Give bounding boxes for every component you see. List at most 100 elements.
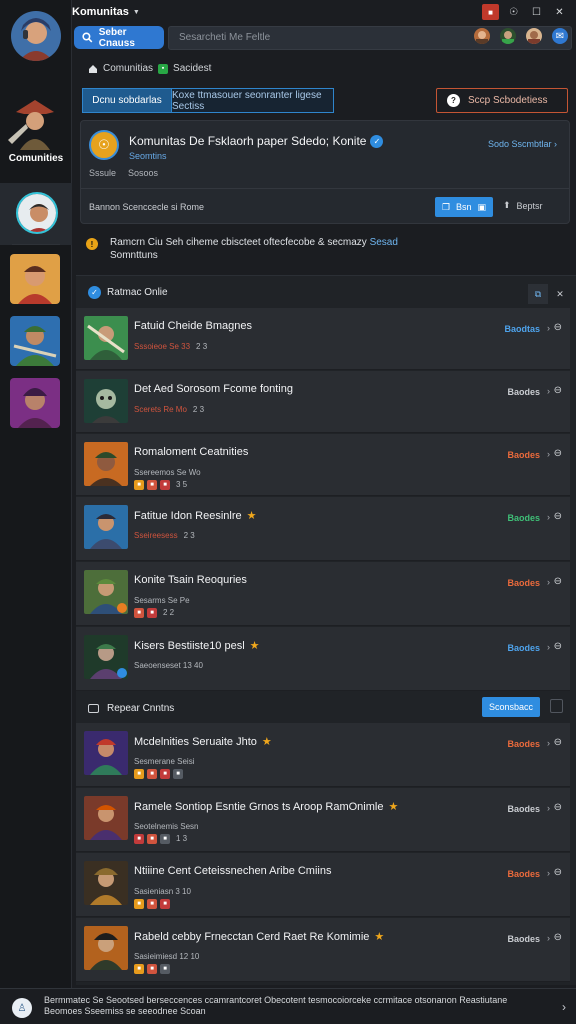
verified-icon: ✓ [370, 135, 384, 149]
user-avatar[interactable] [11, 11, 61, 61]
list-item-meta: Seotelnemis Sesn [134, 822, 199, 831]
share-label: Beptsr [516, 200, 543, 211]
list-item-meta: Sasieimiesd 12 10 [134, 952, 200, 961]
community-note: Bannon Scenccecle si Rome [89, 202, 205, 212]
record-icon[interactable]: ■ [482, 4, 499, 20]
chevron-right-icon[interactable]: › [562, 1000, 566, 1014]
maximize-icon[interactable]: ☐ [528, 4, 545, 20]
badge-icon: ■ [160, 769, 170, 779]
more-icon[interactable]: ⊖ [554, 641, 562, 652]
status-label[interactable]: Baodes [507, 934, 540, 944]
community-subtitle[interactable]: Seomtins [129, 151, 167, 161]
chevron-right-icon: › [547, 868, 550, 878]
list-item[interactable]: Ntiiine Cent Ceteissnechen Aribe Cmiins … [76, 853, 570, 917]
status-label[interactable]: Baodtas [504, 324, 540, 334]
chevron-right-icon: › [547, 512, 550, 522]
more-icon[interactable]: ⊖ [554, 802, 562, 813]
more-icon[interactable]: ⊖ [554, 576, 562, 587]
notice-link[interactable]: Sesad [370, 237, 398, 248]
share-button[interactable]: ⬆ Beptsr [503, 200, 543, 211]
badge-icon: ■ [147, 769, 157, 779]
status-label[interactable]: Baodes [507, 578, 540, 588]
search-button[interactable]: Seber Cnauss [74, 26, 164, 49]
panel-title: Ratmac Onlie [107, 286, 168, 298]
section-action-button[interactable]: Sconsbacc [482, 697, 540, 717]
segment-tab-secondary[interactable]: Koxe ttmasouer seonranter ligese Sectiss [172, 88, 334, 113]
app-title[interactable]: Komunitas [72, 6, 129, 18]
join-button[interactable]: ❐ Bsn ▣ [435, 197, 493, 217]
close-icon[interactable]: ✕ [551, 4, 568, 20]
friend-avatar[interactable] [526, 28, 542, 44]
search-row: Seber Cnauss Sesarcheti Me Feltle ✉ [72, 26, 576, 52]
friend-avatar[interactable] [474, 28, 490, 44]
community-logo[interactable]: ☉ [89, 130, 119, 160]
list-item[interactable]: Kisers Bestiiste10 pesl ★ Saeoenseset 13 … [76, 627, 570, 691]
section-menu-icon[interactable] [550, 699, 563, 713]
home-icon[interactable] [88, 64, 98, 74]
filter-icon[interactable]: ⧉ [528, 284, 548, 304]
chevron-right-icon: › [547, 386, 550, 396]
rail-game-1[interactable] [10, 254, 60, 304]
status-label[interactable]: Baodes [507, 513, 540, 523]
list-item[interactable]: Mcdelnities Seruaite Jhto ★ Sesmerane Sei… [76, 723, 570, 787]
list-item[interactable]: Fatitue Idon Reesinlre ★ Sseireesess 2 3 B… [76, 497, 570, 561]
community-hero-image[interactable] [6, 94, 64, 156]
status-label[interactable]: Baodes [507, 739, 540, 749]
list-item-meta-text: Scerets Re Mo [134, 405, 187, 414]
chevron-right-icon: › [547, 738, 550, 748]
servers-icon: ▪ [158, 63, 169, 74]
rail-server-avatar[interactable] [16, 192, 58, 234]
list-item-title: Konite Tsain Reoquries [134, 574, 247, 586]
more-icon[interactable]: ⊖ [554, 448, 562, 459]
info-icon: ! [86, 238, 98, 250]
community-link-text: Sodo Sscmbtlar [487, 139, 552, 149]
star-icon: ★ [388, 801, 399, 813]
list-item-meta: Sesmerane Seisi [134, 757, 195, 766]
list-item-meta: Sseireesess 2 3 [134, 531, 195, 540]
notifications-icon[interactable]: ✉ [552, 28, 568, 44]
section-header: Repear Cnntns Sconsbacc [76, 693, 570, 723]
list-item-title-text: Rabeld cebby Frnecctan Cerd Raet Re Komi… [134, 931, 370, 943]
more-icon[interactable]: ⊖ [554, 385, 562, 396]
list-item[interactable]: Det Aed Sorosom Fcome fonting Scerets Re… [76, 371, 570, 433]
chevron-right-icon: › [547, 933, 550, 943]
breadcrumb-communities[interactable]: Comunitias [103, 63, 153, 74]
more-icon[interactable]: ⊖ [554, 322, 562, 333]
segment-tab-primary[interactable]: Dcnu sobdarlas [82, 88, 172, 113]
rail-game-3[interactable] [10, 378, 60, 428]
breadcrumb-current[interactable]: Sacidest [173, 63, 211, 74]
rail-game-2[interactable] [10, 316, 60, 366]
list-item-meta: Saeoenseset 13 40 [134, 661, 203, 670]
list-item[interactable]: Konite Tsain Reoquries Sesarms Se Pe ■ ■ 2… [76, 562, 570, 626]
status-label[interactable]: Baodes [507, 804, 540, 814]
badge-icon: ■ [134, 769, 144, 779]
game-thumbnail [84, 731, 128, 775]
badge-icon: ■ [160, 480, 170, 490]
section-title: Repear Cnntns [107, 702, 175, 714]
notice-line2: Somnttuns [110, 250, 158, 261]
game-thumbnail [84, 861, 128, 905]
more-icon[interactable]: ⊖ [554, 511, 562, 522]
status-label[interactable]: Baodes [507, 643, 540, 653]
more-icon[interactable]: ⊖ [554, 932, 562, 943]
more-icon[interactable]: ⊖ [554, 867, 562, 878]
list-item[interactable]: Ramele Sontiop Esntie Grnos ts Aroop Ram… [76, 788, 570, 852]
footer-message: Bermmatec Se Seootsed berseccences ccamr… [44, 995, 508, 1016]
community-link[interactable]: Sodo Sscmbtlar › [488, 139, 557, 149]
user-icon[interactable]: ♙ [12, 998, 32, 1018]
status-label[interactable]: Baodes [507, 387, 540, 397]
list-item-meta: Sssoieoe Se 33 2 3 [134, 342, 207, 351]
help-button[interactable]: ? Sccp Scbodetiess [436, 88, 568, 113]
close-panel-icon[interactable]: ✕ [550, 284, 570, 304]
friend-avatar[interactable] [500, 28, 516, 44]
status-label[interactable]: Baodes [507, 450, 540, 460]
list-item[interactable]: Fatuid Cheide Bmagnes Sssoieoe Se 33 2 3 … [76, 308, 570, 370]
list-item[interactable]: Romaloment Ceatnities Ssereemos Se Wo ■ ■… [76, 434, 570, 496]
status-label[interactable]: Baodes [507, 869, 540, 879]
list-item[interactable]: Rabeld cebby Frnecctan Cerd Raet Re Komi… [76, 918, 570, 982]
settings-icon[interactable]: ☉ [505, 4, 522, 20]
more-icon[interactable]: ⊖ [554, 737, 562, 748]
community-title: Komunitas De Fsklaorh paper Sdedo; Konit… [129, 134, 384, 149]
title-dropdown-icon[interactable]: ▼ [133, 9, 140, 16]
online-list-panel: ✓ Ratmac Onlie ⧉ ✕ Fatuid Cheide Bmagnes… [76, 275, 576, 985]
